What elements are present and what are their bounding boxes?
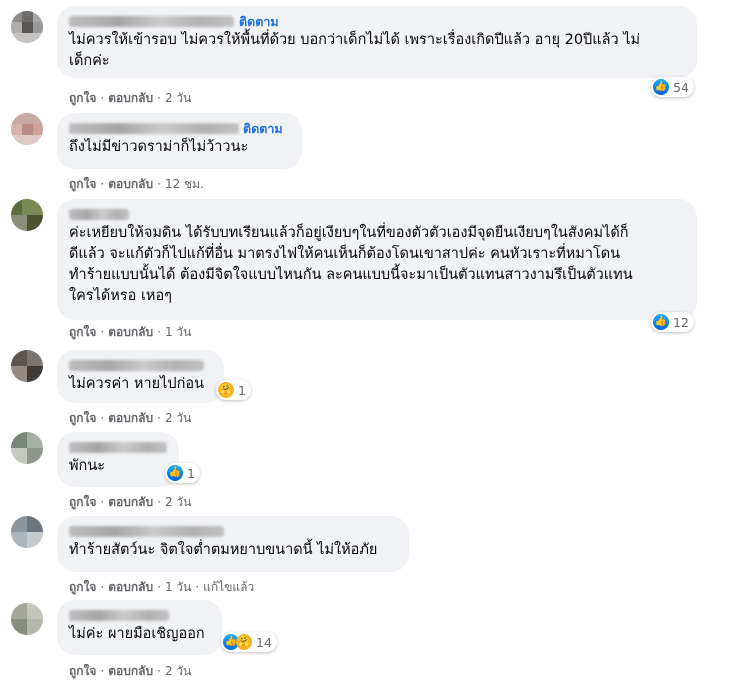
timestamp[interactable]: 2 วัน <box>165 664 191 678</box>
reply-link[interactable]: ตอบกลับ <box>108 664 153 678</box>
timestamp[interactable]: 2 วัน <box>165 495 191 509</box>
comment-bubble: ติดตาม ถึงไม่มีข่าวดราม่าก็ไม่ว้าวนะ <box>57 113 302 169</box>
avatar[interactable] <box>11 350 43 382</box>
comment-bubble: พักนะ <box>57 432 179 487</box>
author-name[interactable] <box>69 16 234 27</box>
reaction-summary[interactable]: 👍 54 <box>651 77 694 97</box>
reply-link[interactable]: ตอบกลับ <box>108 411 153 425</box>
like-link[interactable]: ถูกใจ <box>69 91 96 105</box>
comment-bubble: ทำร้ายสัตว์นะ จิตใจต่ำตมหยาบขนาดนี้ ไม่ใ… <box>57 516 409 572</box>
comment-text: ไม่ควรค่า หายไปก่อน <box>69 376 205 392</box>
like-link[interactable]: ถูกใจ <box>69 177 96 191</box>
author-name[interactable] <box>69 209 129 220</box>
reaction-count: 1 <box>238 382 246 398</box>
avatar[interactable] <box>11 516 43 548</box>
comment-actions: ถูกใจ · ตอบกลับ · 12 ชม. <box>69 177 204 191</box>
timestamp[interactable]: 1 วัน <box>165 580 191 594</box>
like-icon: 👍 <box>167 465 183 481</box>
comment-actions: ถูกใจ · ตอบกลับ · 2 วัน <box>69 664 192 678</box>
reply-link[interactable]: ตอบกลับ <box>108 580 153 594</box>
author-name[interactable] <box>69 360 204 371</box>
comment-actions: ถูกใจ · ตอบกลับ · 2 วัน <box>69 411 192 425</box>
comment-text: ไม่ค่ะ ผายมือเชิญออก <box>69 626 205 642</box>
comment-text: ทำร้ายสัตว์นะ จิตใจต่ำตมหยาบขนาดนี้ ไม่ใ… <box>69 542 378 558</box>
reaction-summary[interactable]: 👍 🤗 14 <box>221 632 277 652</box>
timestamp[interactable]: 2 วัน <box>165 411 191 425</box>
comment-bubble: ไม่ค่ะ ผายมือเชิญออก <box>57 600 222 655</box>
comment-actions: ถูกใจ · ตอบกลับ · 1 วัน <box>69 325 192 339</box>
avatar[interactable] <box>11 11 43 43</box>
timestamp[interactable]: 2 วัน <box>165 91 191 105</box>
avatar[interactable] <box>11 603 43 635</box>
author-name[interactable] <box>69 526 224 537</box>
reply-link[interactable]: ตอบกลับ <box>108 177 153 191</box>
like-link[interactable]: ถูกใจ <box>69 411 96 425</box>
edited-label: แก้ไขแล้ว <box>203 580 255 594</box>
author-name[interactable] <box>69 442 167 453</box>
like-icon: 👍 <box>653 314 669 330</box>
comment-text: ค่ะเหยียบให้จมดิน ได้รับบทเรียนแล้วก็อยู… <box>69 225 633 304</box>
author-name[interactable] <box>69 610 169 621</box>
comment-bubble: ไม่ควรค่า หายไปก่อน <box>57 350 224 403</box>
reaction-summary[interactable]: 🤗 1 <box>216 380 251 400</box>
comment-actions: ถูกใจ · ตอบกลับ · 2 วัน <box>69 495 192 509</box>
comment-bubble: ติดตาม ไม่ควรให้เข้ารอบ ไม่ควรให้พื้นที่… <box>57 6 697 78</box>
comment-actions: ถูกใจ · ตอบกลับ · 1 วัน · แก้ไขแล้ว <box>69 580 255 594</box>
avatar[interactable] <box>11 199 43 231</box>
timestamp[interactable]: 12 ชม. <box>165 177 204 191</box>
timestamp[interactable]: 1 วัน <box>165 325 191 339</box>
care-icon: 🤗 <box>218 382 234 398</box>
like-link[interactable]: ถูกใจ <box>69 664 96 678</box>
like-link[interactable]: ถูกใจ <box>69 325 96 339</box>
comment-text: พักนะ <box>69 458 106 474</box>
avatar[interactable] <box>11 113 43 145</box>
reply-link[interactable]: ตอบกลับ <box>108 91 153 105</box>
follow-link[interactable]: ติดตาม <box>239 13 279 30</box>
like-link[interactable]: ถูกใจ <box>69 495 96 509</box>
reaction-count: 54 <box>673 79 689 95</box>
care-icon: 🤗 <box>236 634 252 650</box>
reaction-count: 1 <box>187 465 195 481</box>
comment-text: ถึงไม่มีข่าวดราม่าก็ไม่ว้าวนะ <box>69 139 249 155</box>
like-link[interactable]: ถูกใจ <box>69 580 96 594</box>
reply-link[interactable]: ตอบกลับ <box>108 325 153 339</box>
comment-text: ไม่ควรให้เข้ารอบ ไม่ควรให้พื้นที่ด้วย บอ… <box>69 32 641 69</box>
reply-link[interactable]: ตอบกลับ <box>108 495 153 509</box>
reaction-summary[interactable]: 👍 12 <box>651 312 694 332</box>
author-name[interactable] <box>69 123 239 134</box>
follow-link[interactable]: ติดตาม <box>243 120 283 137</box>
reaction-count: 12 <box>673 314 689 330</box>
reaction-count: 14 <box>256 634 272 650</box>
avatar[interactable] <box>11 432 43 464</box>
reaction-summary[interactable]: 👍 1 <box>165 463 200 483</box>
like-icon: 👍 <box>653 79 669 95</box>
comment-actions: ถูกใจ · ตอบกลับ · 2 วัน <box>69 91 192 105</box>
comment-bubble: ค่ะเหยียบให้จมดิน ได้รับบทเรียนแล้วก็อยู… <box>57 199 697 320</box>
